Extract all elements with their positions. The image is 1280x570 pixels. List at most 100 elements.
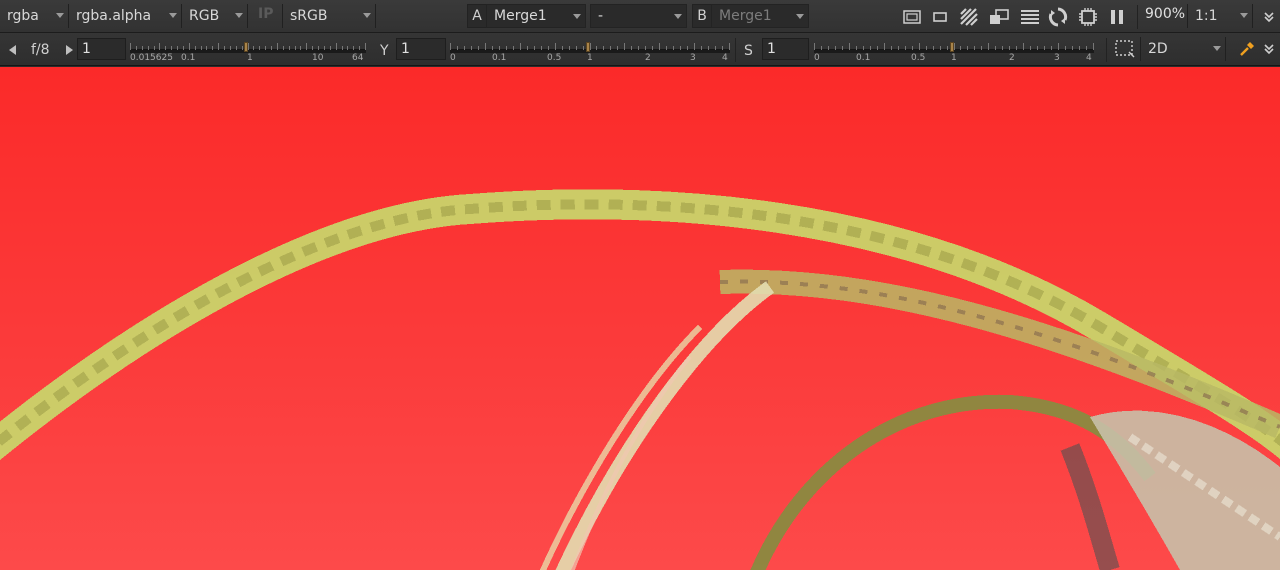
slider-handle[interactable] <box>244 42 248 52</box>
roi-frame-icon[interactable] <box>901 6 923 28</box>
input-a-label: A <box>467 4 487 28</box>
slider-tick-label: 64 <box>352 53 364 63</box>
chevron-down-icon <box>1213 46 1221 51</box>
slider-tick <box>680 46 682 50</box>
viewer-toolbar-bottom: f/8 1 0.015625 0.1 1 10 64 Y 1 0 0.1 0.5 1 2 3 4 S… <box>0 33 1280 66</box>
slider-tick <box>547 46 549 50</box>
divider <box>1137 5 1138 29</box>
slider-tick <box>224 46 225 50</box>
format-overlay-icon[interactable] <box>929 6 951 28</box>
slider-tick <box>883 43 885 50</box>
slider-tick <box>165 46 167 50</box>
expand-double-chevron-icon[interactable] <box>1258 6 1280 28</box>
saturation-input[interactable]: 1 <box>762 38 809 60</box>
slider-tick-label: 4 <box>1086 53 1092 63</box>
slider-tick <box>505 46 507 50</box>
gain-slider[interactable]: 0.015625 0.1 1 10 64 <box>130 37 366 63</box>
slider-tick <box>241 46 243 50</box>
slider-tick <box>932 46 934 50</box>
checkerboard-icon[interactable] <box>958 6 980 28</box>
overlay-windows-icon[interactable] <box>988 6 1010 28</box>
colorspace-dropdown[interactable]: sRGB <box>282 4 376 28</box>
slider-tick-label: 4 <box>722 53 728 63</box>
fstop-decrease-icon[interactable] <box>9 45 16 55</box>
input-b-dropdown[interactable]: Merge1 <box>711 4 809 28</box>
slider-tick <box>995 46 997 50</box>
cpu-chip-icon[interactable] <box>1077 6 1099 28</box>
display-channels-dropdown[interactable]: RGB <box>182 4 248 28</box>
slider-tick <box>519 43 521 50</box>
slider-tick <box>188 43 190 50</box>
saturation-slider[interactable]: 0 0.1 0.5 1 2 3 4 <box>814 37 1094 63</box>
expand-double-chevron-icon[interactable] <box>1258 38 1280 60</box>
slider-tick <box>722 46 724 50</box>
slider-tick <box>575 46 577 50</box>
ip-button[interactable]: IP <box>258 6 273 22</box>
slider-tick <box>318 46 319 50</box>
slider-tick <box>554 43 556 50</box>
chevron-down-icon <box>796 14 804 19</box>
slider-tick <box>533 46 535 50</box>
zoom-level[interactable]: 900% <box>1145 6 1185 22</box>
slider-tick <box>820 46 822 50</box>
saturation-label: S <box>744 43 753 59</box>
roi-selection-icon[interactable] <box>1114 38 1136 60</box>
channels-dropdown[interactable]: rgba <box>0 4 69 28</box>
slider-tick <box>1037 46 1039 50</box>
compare-mode-value: - <box>598 8 604 24</box>
slider-tick-label: 0.5 <box>547 53 562 63</box>
fstop-increase-icon[interactable] <box>66 45 73 55</box>
slider-tick <box>323 46 325 50</box>
slider-tick <box>568 46 570 50</box>
slider-tick <box>687 46 689 50</box>
slider-handle[interactable] <box>586 42 590 52</box>
view-mode-dropdown[interactable]: 2D <box>1140 37 1226 61</box>
slider-tick <box>715 46 717 50</box>
slider-tick <box>659 43 661 50</box>
proxy-dropdown[interactable]: 1:1 <box>1187 4 1253 28</box>
slider-tick <box>862 46 864 50</box>
slider-tick-label: 1 <box>951 53 957 63</box>
gamma-input[interactable]: 1 <box>396 38 446 60</box>
slider-tick <box>1030 46 1032 50</box>
alpha-channel-dropdown[interactable]: rgba.alpha <box>69 4 182 28</box>
gamma-slider[interactable]: 0 0.1 0.5 1 2 3 4 <box>450 37 730 63</box>
slider-tick <box>282 46 284 50</box>
slider-tick <box>673 46 675 50</box>
refresh-icon[interactable] <box>1047 6 1069 28</box>
chevron-down-icon <box>674 14 682 19</box>
slider-tick <box>967 46 969 50</box>
input-a-dropdown[interactable]: Merge1 <box>486 4 586 28</box>
gain-input[interactable]: 1 <box>77 38 126 60</box>
slider-tick <box>834 46 836 50</box>
scanlines-icon[interactable] <box>1019 6 1041 28</box>
slider-tick <box>306 43 308 50</box>
slider-tick-label: 1 <box>587 53 593 63</box>
chevron-down-icon <box>169 13 177 18</box>
viewer-canvas[interactable] <box>0 67 1280 570</box>
slider-tick <box>153 46 155 50</box>
slider-tick-label: 10 <box>312 53 324 63</box>
slider-tick-label: 0.1 <box>856 53 871 63</box>
slider-tick <box>300 46 302 50</box>
slider-tick <box>194 46 196 50</box>
slider-tick <box>253 46 255 50</box>
compare-mode-dropdown[interactable]: - <box>590 4 687 28</box>
slider-tick <box>603 46 605 50</box>
slider-tick <box>652 46 654 50</box>
slider-tick <box>141 46 143 50</box>
color-picker-icon[interactable] <box>1236 38 1258 60</box>
divider <box>735 38 736 62</box>
slider-tick-label: 0.1 <box>181 53 196 63</box>
slider-tick <box>1002 46 1004 50</box>
slider-tick <box>981 46 983 50</box>
slider-tick <box>484 43 486 50</box>
slider-handle[interactable] <box>950 42 954 52</box>
slider-tick <box>946 46 948 50</box>
pause-icon[interactable] <box>1106 6 1128 28</box>
slider-tick <box>1023 43 1025 50</box>
fstop-label[interactable]: f/8 <box>31 42 50 58</box>
slider-tick <box>463 46 465 50</box>
viewer-toolbar-top: rgba rgba.alpha RGB IP sRGB A Merge1 - B… <box>0 0 1280 33</box>
slider-tick <box>312 46 314 50</box>
